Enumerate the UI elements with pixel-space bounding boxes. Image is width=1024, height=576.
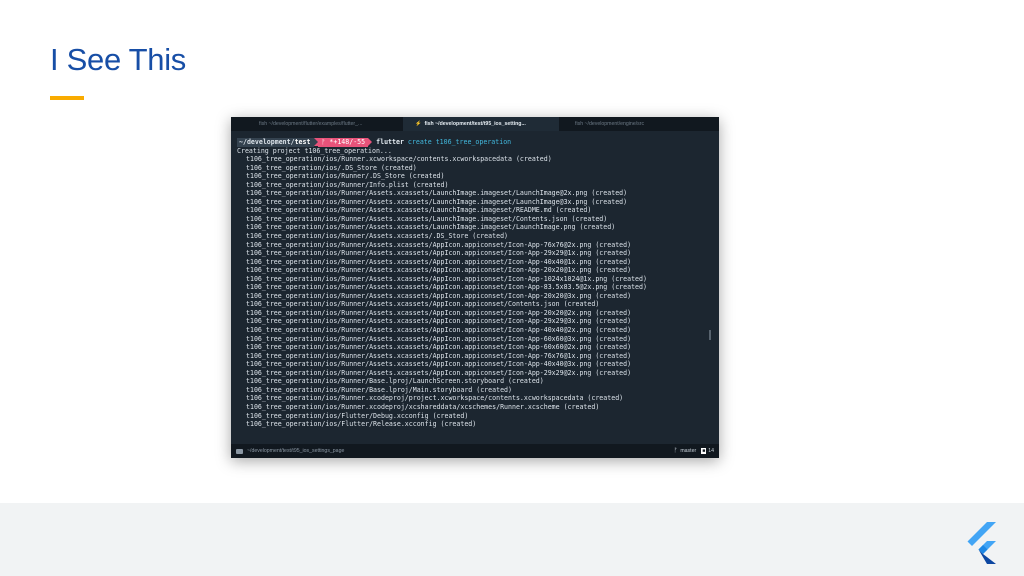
flutter-logo-icon xyxy=(967,522,996,564)
output-line: t106_tree_operation/ios/Runner/Assets.xc… xyxy=(246,308,632,317)
output-line: t106_tree_operation/ios/Runner/Assets.xc… xyxy=(246,214,608,223)
terminal-tab-3[interactable]: fish ~/development/engine/src xyxy=(559,117,719,131)
output-line: t106_tree_operation/ios/.DS_Store (creat… xyxy=(246,163,417,172)
output-line: t106_tree_operation/ios/Runner/Assets.xc… xyxy=(246,360,632,369)
bolt-icon: ⚡ xyxy=(415,121,422,127)
prompt-path: ~/development/test xyxy=(237,138,315,147)
output-line: t106_tree_operation/ios/Runner/Assets.xc… xyxy=(246,274,647,283)
tab-label: fish ~/development/flutter/examples/flut… xyxy=(259,121,363,127)
output-line: t106_tree_operation/ios/Runner/Assets.xc… xyxy=(246,334,632,343)
output-line: t106_tree_operation/ios/Runner/Assets.xc… xyxy=(246,283,647,292)
output-line: t106_tree_operation/ios/Runner/Base.lpro… xyxy=(246,377,544,386)
output-line: t106_tree_operation/ios/Runner.xcodeproj… xyxy=(246,402,600,411)
terminal-tab-bar: fish ~/development/flutter/examples/flut… xyxy=(231,117,719,131)
output-line: t106_tree_operation/ios/Runner/.DS_Store… xyxy=(246,172,445,181)
output-line: t106_tree_operation/ios/Runner/Base.lpro… xyxy=(246,385,512,394)
output-line: t106_tree_operation/ios/Runner/Assets.xc… xyxy=(246,223,616,232)
output-file-list: t106_tree_operation/ios/Runner.xcworkspa… xyxy=(237,155,707,429)
prompt-command-args: create t106_tree_operation xyxy=(407,138,512,146)
status-path: ~/development/test/t95_ios_settings_page xyxy=(247,448,345,454)
branch-icon: ᚠ xyxy=(673,448,678,454)
output-line: t106_tree_operation/ios/Runner/Assets.xc… xyxy=(246,206,592,215)
output-line: t106_tree_operation/ios/Flutter/Release.… xyxy=(246,420,477,429)
terminal-tab-1[interactable]: fish ~/development/flutter/examples/flut… xyxy=(231,117,403,131)
terminal-window: fish ~/development/flutter/examples/flut… xyxy=(231,117,719,458)
slide-title: I See This xyxy=(50,42,187,77)
title-accent-bar xyxy=(50,96,84,100)
output-line: t106_tree_operation/ios/Runner/Assets.xc… xyxy=(246,240,632,249)
footer-band xyxy=(0,503,1024,576)
output-line: t106_tree_operation/ios/Flutter/Debug.xc… xyxy=(246,411,469,420)
prompt-command: flutter xyxy=(376,138,404,146)
output-line: t106_tree_operation/ios/Runner/Assets.xc… xyxy=(246,291,632,300)
output-line: t106_tree_operation/ios/Runner/Assets.xc… xyxy=(246,368,632,377)
output-line: t106_tree_operation/ios/Runner/Assets.xc… xyxy=(246,317,632,326)
output-line: t106_tree_operation/ios/Runner.xcodeproj… xyxy=(246,394,624,403)
scrollbar-thumb[interactable] xyxy=(709,330,711,340)
output-line: t106_tree_operation/ios/Runner/Assets.xc… xyxy=(246,232,509,241)
output-line: t106_tree_operation/ios/Runner/Info.plis… xyxy=(246,180,449,189)
tab-label: fish ~/development/test/t95_ios_setting.… xyxy=(424,121,526,127)
output-line: t106_tree_operation/ios/Runner/Assets.xc… xyxy=(246,266,632,275)
output-line: t106_tree_operation/ios/Runner/Assets.xc… xyxy=(246,257,632,266)
status-count: 14 xyxy=(708,448,714,454)
terminal-status-bar: ~/development/test/t95_ios_settings_page… xyxy=(231,444,719,458)
output-line: t106_tree_operation/ios/Runner/Assets.xc… xyxy=(246,343,632,352)
prompt-line: ~/development/test ᚠ *+148/-55 flutter crea… xyxy=(237,138,707,147)
folder-icon xyxy=(236,448,243,454)
output-line: t106_tree_operation/ios/Runner.xcworkspa… xyxy=(246,155,552,164)
output-line: Creating project t106_tree_operation... xyxy=(237,146,392,155)
output-line: t106_tree_operation/ios/Runner/Assets.xc… xyxy=(246,326,632,335)
output-line: t106_tree_operation/ios/Runner/Assets.xc… xyxy=(246,197,628,206)
prompt-git-status: ᚠ *+148/-55 xyxy=(318,138,369,147)
status-branch: master xyxy=(680,448,697,454)
output-line: t106_tree_operation/ios/Runner/Assets.xc… xyxy=(246,351,632,360)
output-line: t106_tree_operation/ios/Runner/Assets.xc… xyxy=(246,189,628,198)
output-line: t106_tree_operation/ios/Runner/Assets.xc… xyxy=(246,300,600,309)
output-line: t106_tree_operation/ios/Runner/Assets.xc… xyxy=(246,249,632,258)
terminal-tab-2[interactable]: ⚡ fish ~/development/test/t95_ios_setting… xyxy=(403,117,559,131)
tab-label: fish ~/development/engine/src xyxy=(575,121,645,127)
status-count-icon: ■ xyxy=(701,448,707,454)
terminal-output[interactable]: ~/development/test ᚠ *+148/-55 flutter crea… xyxy=(237,138,707,438)
prompt-separator xyxy=(368,138,373,147)
